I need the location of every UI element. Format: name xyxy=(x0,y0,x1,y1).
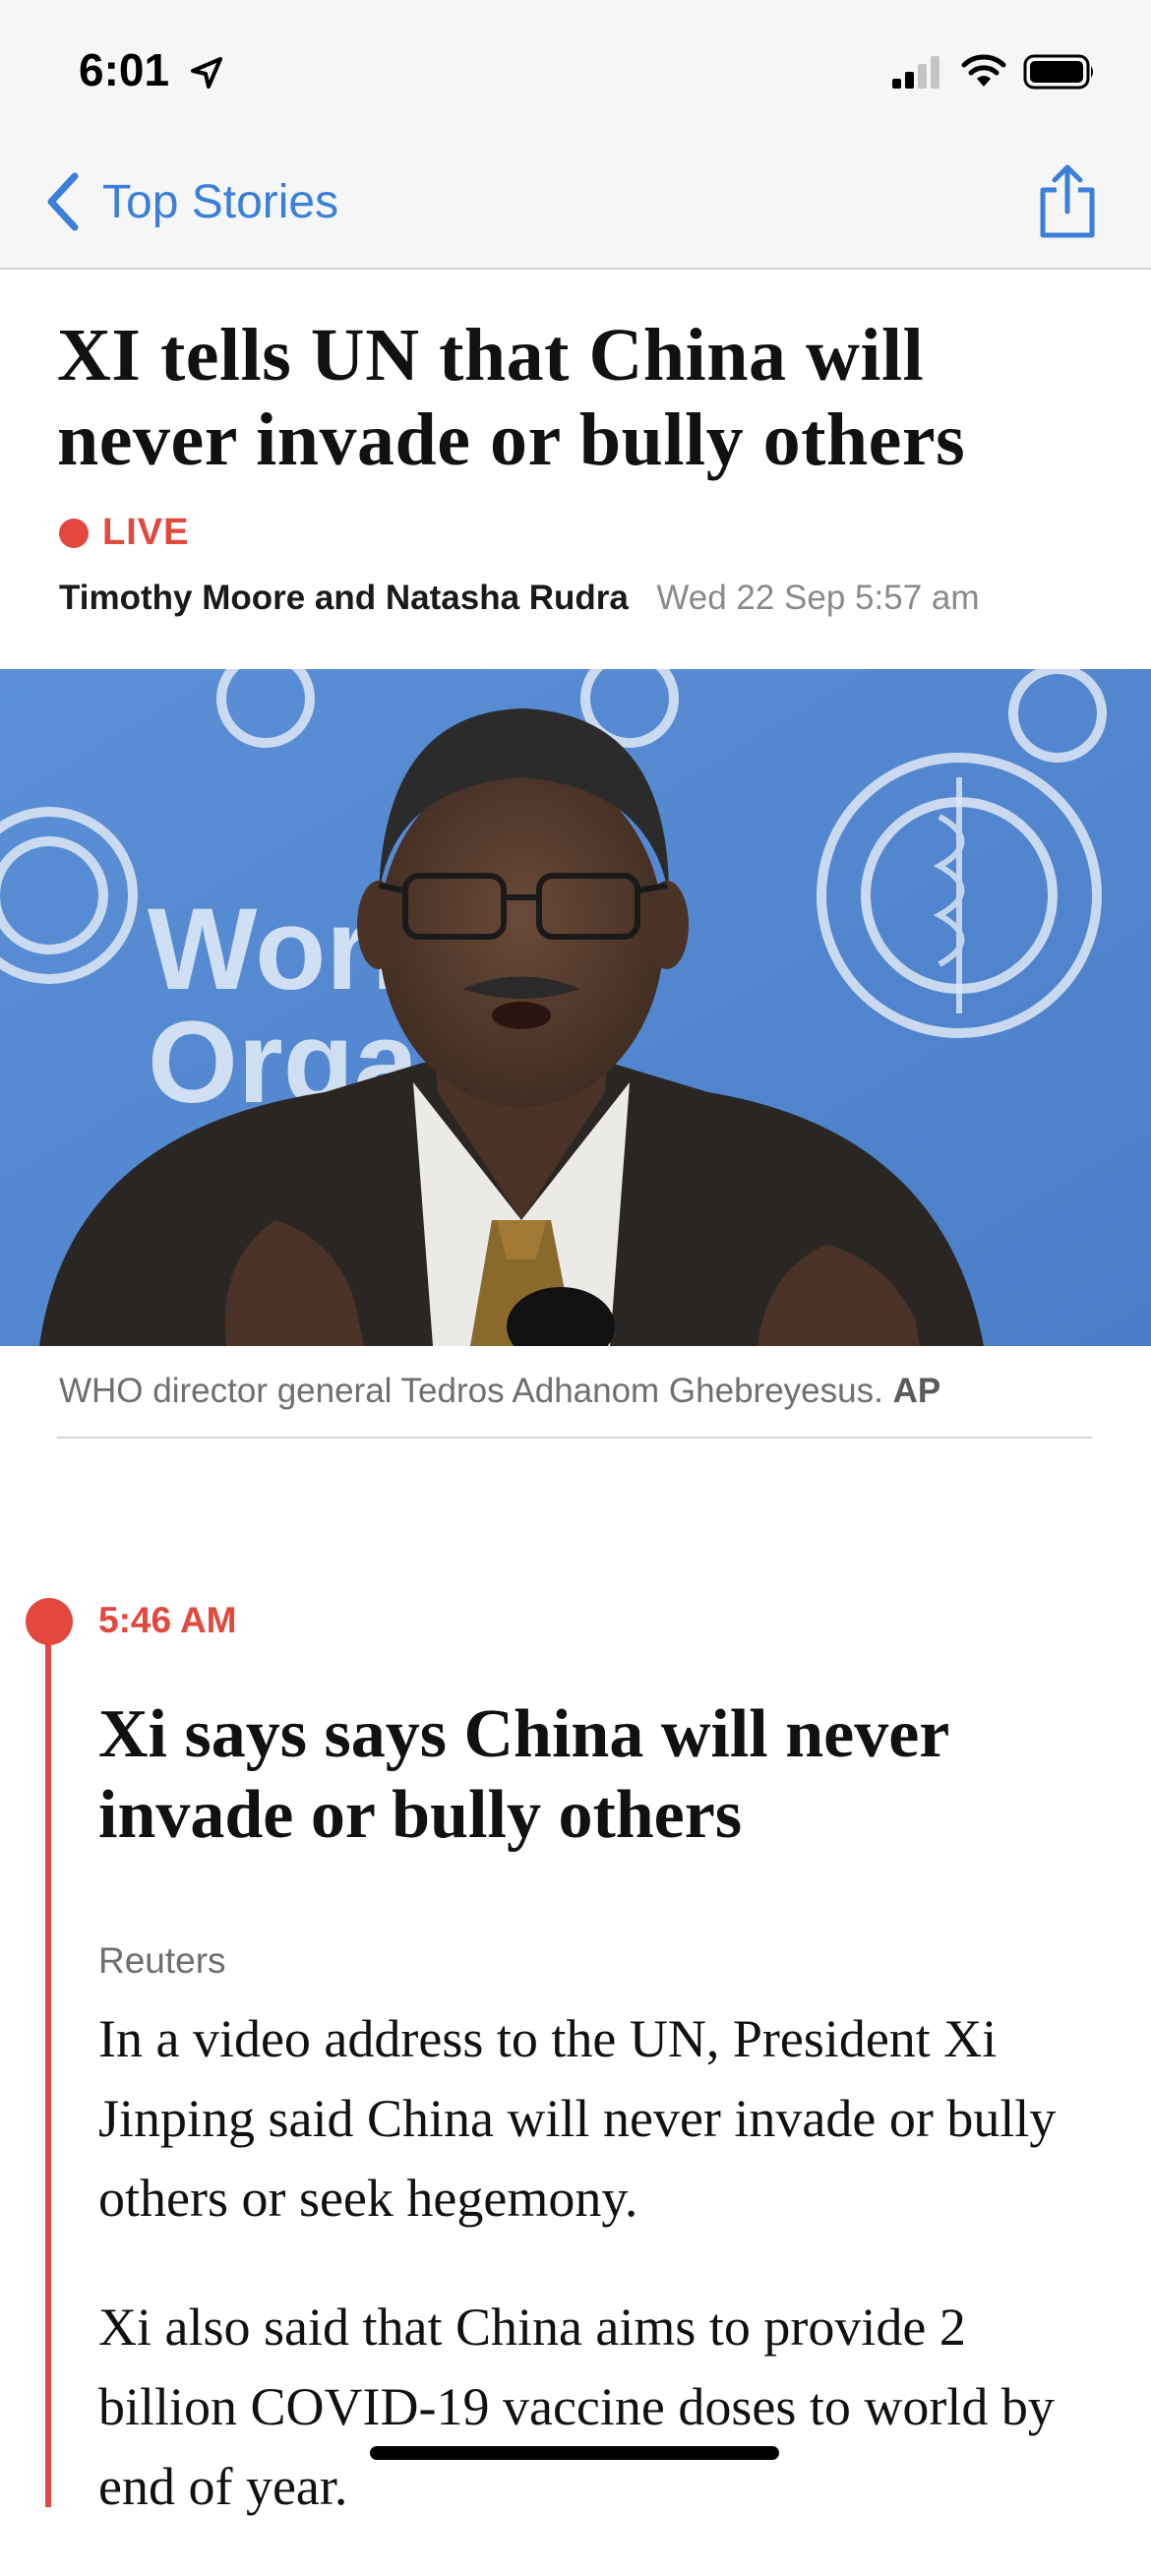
image-caption: WHO director general Tedros Adhanom Gheb… xyxy=(59,1372,940,1411)
status-time: 6:01 xyxy=(79,44,170,95)
caption-credit: AP xyxy=(892,1372,941,1410)
chevron-left-icon xyxy=(47,172,79,231)
timeline-line xyxy=(45,1622,51,2507)
post-timestamp: 5:46 AM xyxy=(98,1600,237,1640)
timeline-dot xyxy=(26,1598,73,1645)
byline: Timothy Moore and Natasha Rudra Wed 22 S… xyxy=(59,579,980,618)
post-paragraph: In a video address to the UN, President … xyxy=(98,2009,1057,2228)
post-source: Reuters xyxy=(98,1940,226,1981)
caption-divider xyxy=(57,1437,1092,1439)
battery-icon xyxy=(1023,54,1093,90)
hero-photo[interactable]: World Organ xyxy=(0,669,1151,1346)
byline-date: Wed 22 Sep 5:57 am xyxy=(656,579,980,617)
home-indicator[interactable] xyxy=(370,2446,779,2460)
live-label: LIVE xyxy=(102,512,190,553)
back-button-label: Top Stories xyxy=(102,175,339,228)
navigation-bar: 6:01 Top Stories xyxy=(0,0,1151,270)
share-icon[interactable] xyxy=(1035,162,1100,241)
live-dot-icon xyxy=(59,518,89,548)
back-button[interactable]: Top Stories xyxy=(43,167,338,236)
cellular-signal-icon xyxy=(892,56,939,89)
live-badge: LIVE xyxy=(59,512,189,554)
wifi-icon xyxy=(961,54,1006,87)
post-title: Xi says says China will never invade or … xyxy=(98,1696,949,1853)
article-headline: XI tells UN that China will never invade… xyxy=(57,314,966,481)
post-body: In a video address to the UN, President … xyxy=(98,1999,1112,2576)
byline-authors: Timothy Moore and Natasha Rudra xyxy=(59,579,629,617)
caption-text: WHO director general Tedros Adhanom Gheb… xyxy=(59,1372,883,1410)
location-arrow-icon xyxy=(191,57,222,89)
